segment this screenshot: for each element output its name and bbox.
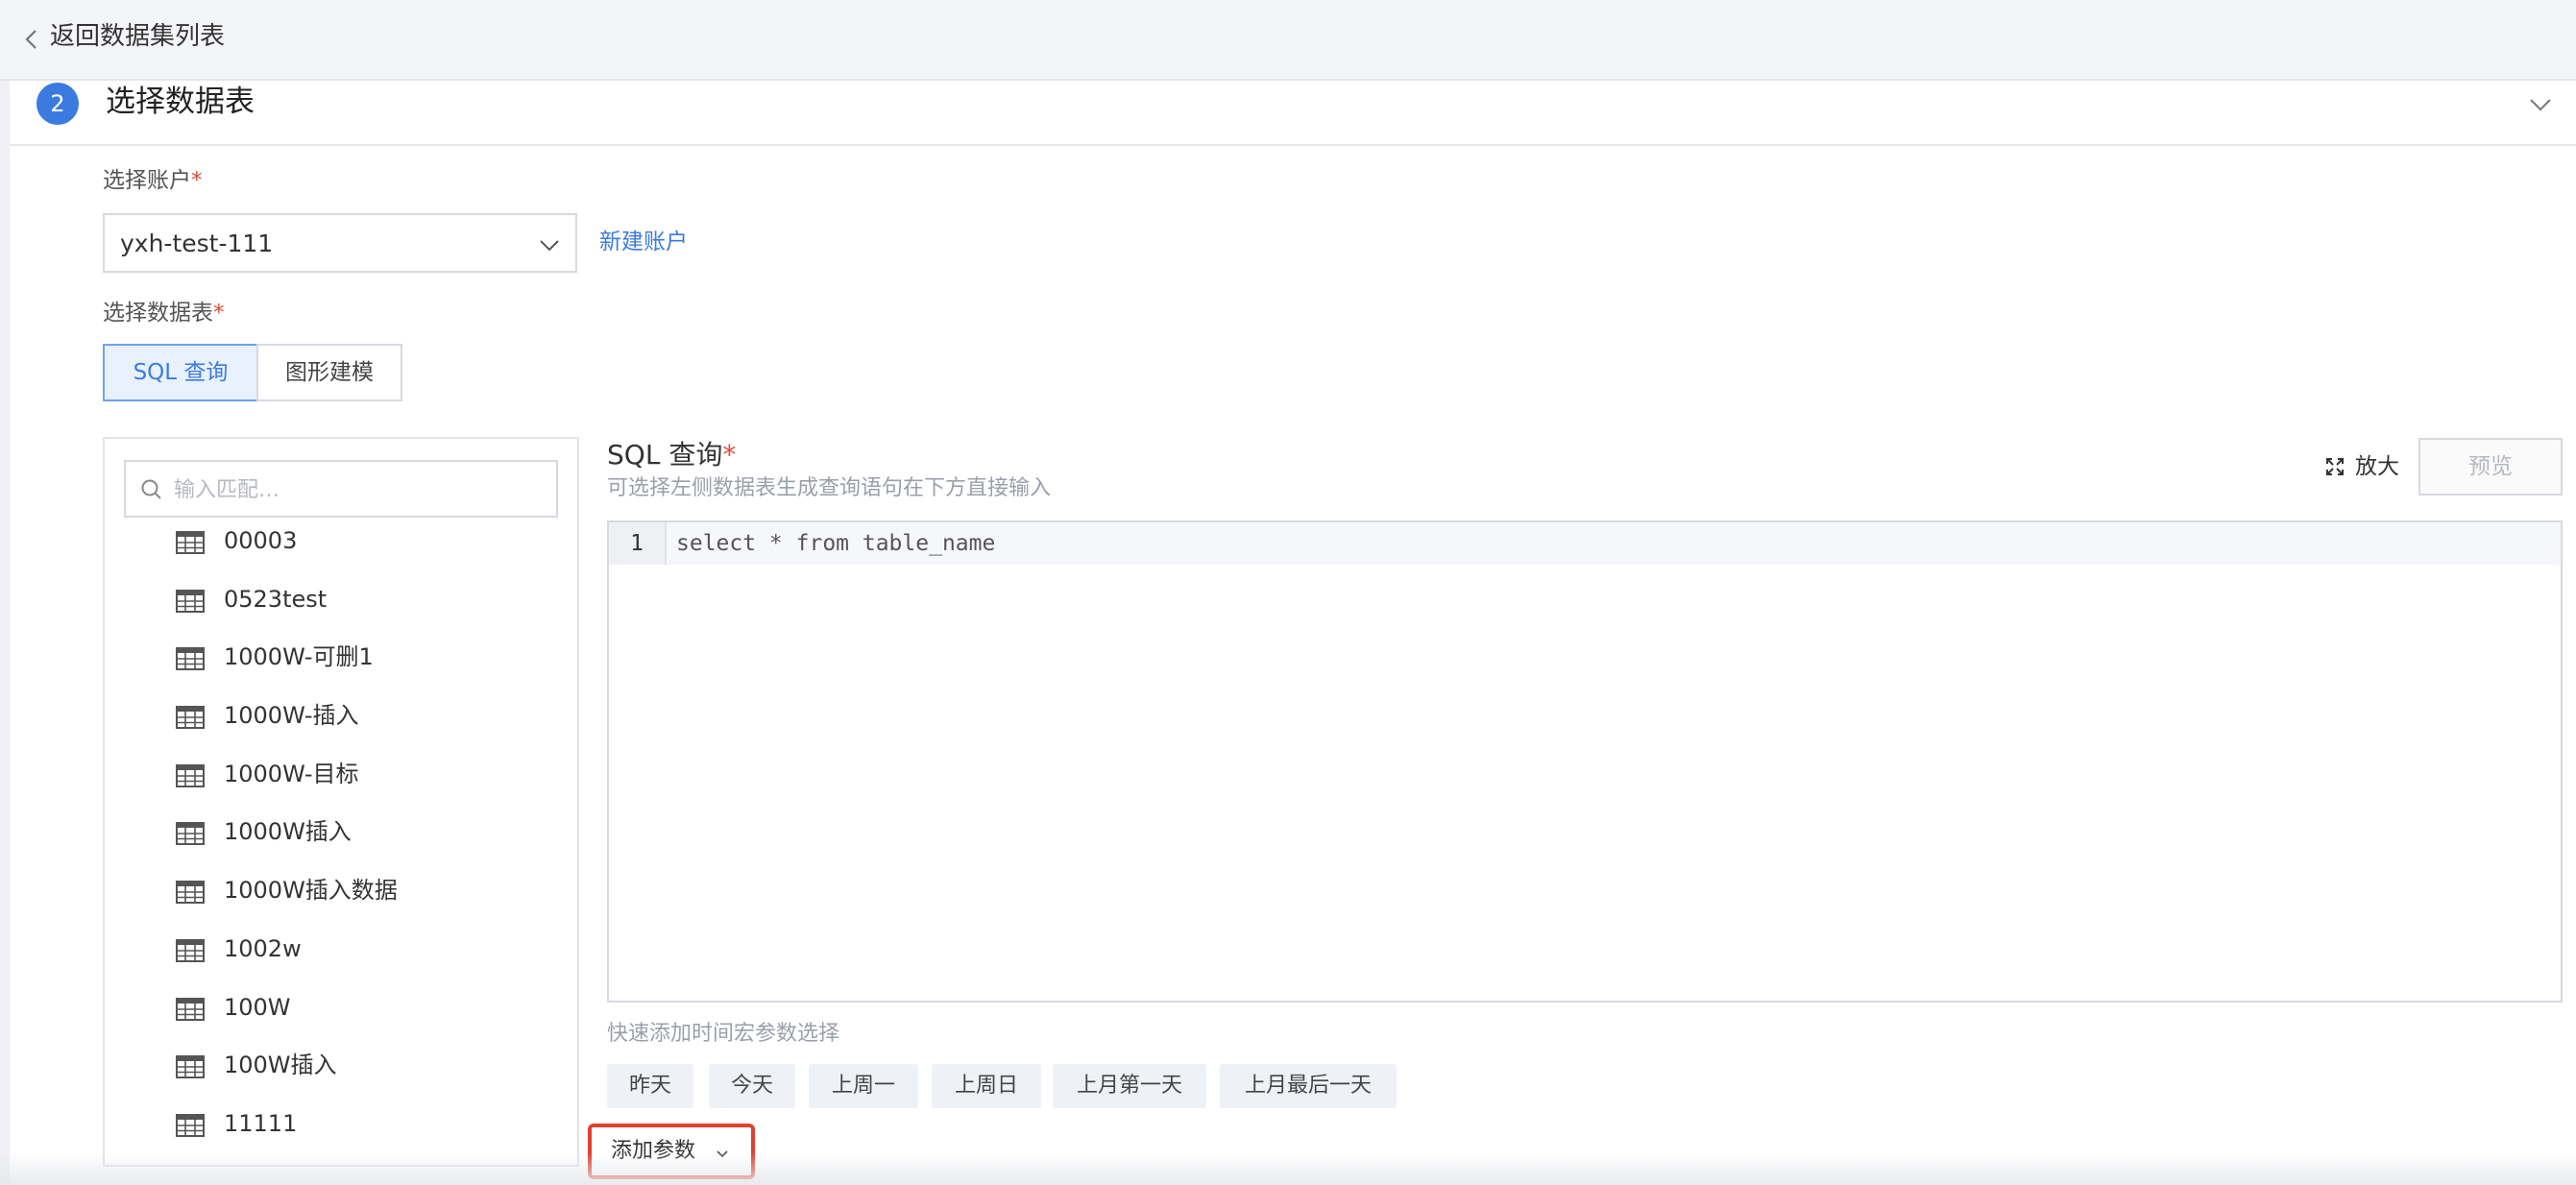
table-search[interactable]: [124, 460, 558, 518]
sql-editor[interactable]: 1 select * from table_name: [607, 520, 2563, 1003]
table-list-item[interactable]: 1000W-可删1: [105, 643, 577, 704]
macro-last-sunday[interactable]: 上周日: [932, 1064, 1041, 1108]
tab-sql-query[interactable]: SQL 查询: [103, 344, 258, 401]
step-badge: 2: [36, 83, 79, 125]
table-name: 1000W插入: [224, 818, 352, 846]
account-select[interactable]: yxh-test-111: [103, 213, 577, 273]
account-label: 选择账户*: [103, 165, 203, 196]
top-bar: 返回数据集列表: [0, 0, 2576, 81]
left-border: [0, 81, 10, 1185]
table-icon: [176, 881, 205, 905]
add-parameter-label: 添加参数: [611, 1139, 696, 1163]
table-icon: [176, 997, 205, 1021]
sql-code[interactable]: select * from table_name: [676, 522, 995, 565]
zoom-label: 放大: [2355, 454, 2399, 479]
table-name: 0523test: [224, 585, 328, 613]
section-title: 选择数据表: [106, 85, 255, 119]
macro-last-monday[interactable]: 上周一: [809, 1064, 918, 1108]
macro-last-month-last-day[interactable]: 上月最后一天: [1220, 1064, 1397, 1108]
back-to-dataset-list-link[interactable]: 返回数据集列表: [50, 19, 225, 54]
table-name: 1002w: [224, 934, 302, 962]
section-header: 2 选择数据表: [10, 81, 2576, 146]
add-parameter-button[interactable]: 添加参数: [588, 1124, 755, 1179]
account-select-value: yxh-test-111: [120, 230, 274, 257]
table-list-item[interactable]: 11111: [105, 1110, 577, 1165]
expand-icon: [2326, 458, 2344, 475]
account-label-text: 选择账户: [103, 168, 191, 193]
table-name: 1000W插入数据: [224, 877, 398, 905]
table-icon: [176, 589, 205, 613]
table-icon: [176, 1113, 205, 1137]
sql-query-title-text: SQL 查询: [607, 439, 723, 471]
chevron-down-icon[interactable]: [2526, 90, 2555, 119]
chevron-down-icon: [717, 1150, 728, 1158]
search-icon: [141, 479, 161, 499]
table-list-item[interactable]: 100W插入: [105, 1052, 577, 1112]
table-list-item[interactable]: 1002w: [105, 935, 577, 996]
table-name: 100W插入: [224, 1052, 337, 1079]
new-account-link[interactable]: 新建账户: [599, 227, 688, 257]
table-list-item[interactable]: 100W: [105, 994, 577, 1054]
table-list-item[interactable]: 1000W插入: [105, 818, 577, 879]
required-mark: *: [213, 301, 225, 326]
chevron-down-icon: [540, 240, 559, 252]
table-list: 00003 0523test 1000W-可删1 1000W-插入 1000W-目标 10…: [105, 527, 577, 1165]
table-name: 1000W-插入: [224, 702, 359, 730]
table-icon: [176, 938, 205, 962]
table-select-label-text: 选择数据表: [103, 301, 213, 326]
table-icon: [176, 1055, 205, 1079]
table-list-item[interactable]: 0523test: [105, 586, 577, 646]
required-mark: *: [191, 168, 203, 193]
table-list-panel: 00003 0523test 1000W-可删1 1000W-插入 1000W-目标 10…: [103, 437, 579, 1167]
line-number: 1: [609, 522, 667, 565]
sql-query-title: SQL 查询*: [607, 437, 736, 473]
table-search-input[interactable]: [174, 473, 548, 506]
table-name: 1000W-可删1: [224, 643, 374, 671]
table-select-label: 选择数据表*: [103, 298, 225, 328]
sql-hint: 可选择左侧数据表生成查询语句在下方直接输入: [607, 476, 1052, 500]
table-icon: [176, 763, 205, 787]
chevron-left-icon[interactable]: [17, 25, 46, 54]
macro-label: 快速添加时间宏参数选择: [607, 1022, 840, 1046]
macro-today[interactable]: 今天: [709, 1064, 795, 1108]
table-icon: [176, 531, 205, 554]
table-list-item[interactable]: 1000W-目标: [105, 761, 577, 821]
table-icon: [176, 822, 205, 846]
table-list-item[interactable]: 1000W插入数据: [105, 877, 577, 937]
table-icon: [176, 706, 205, 730]
macro-last-month-first-day[interactable]: 上月第一天: [1053, 1064, 1206, 1108]
table-name: 00003: [224, 527, 298, 554]
table-list-item[interactable]: 1000W-插入: [105, 702, 577, 762]
macro-yesterday[interactable]: 昨天: [607, 1064, 693, 1108]
preview-button[interactable]: 预览: [2418, 438, 2563, 496]
table-icon: [176, 647, 205, 671]
required-mark: *: [722, 439, 737, 471]
zoom-button[interactable]: 放大: [2324, 451, 2399, 482]
tab-graph-modeling[interactable]: 图形建模: [256, 344, 402, 401]
table-list-item[interactable]: 00003: [105, 527, 577, 588]
table-name: 11111: [224, 1109, 298, 1137]
table-name: 100W: [224, 993, 291, 1021]
table-name: 1000W-目标: [224, 760, 359, 787]
